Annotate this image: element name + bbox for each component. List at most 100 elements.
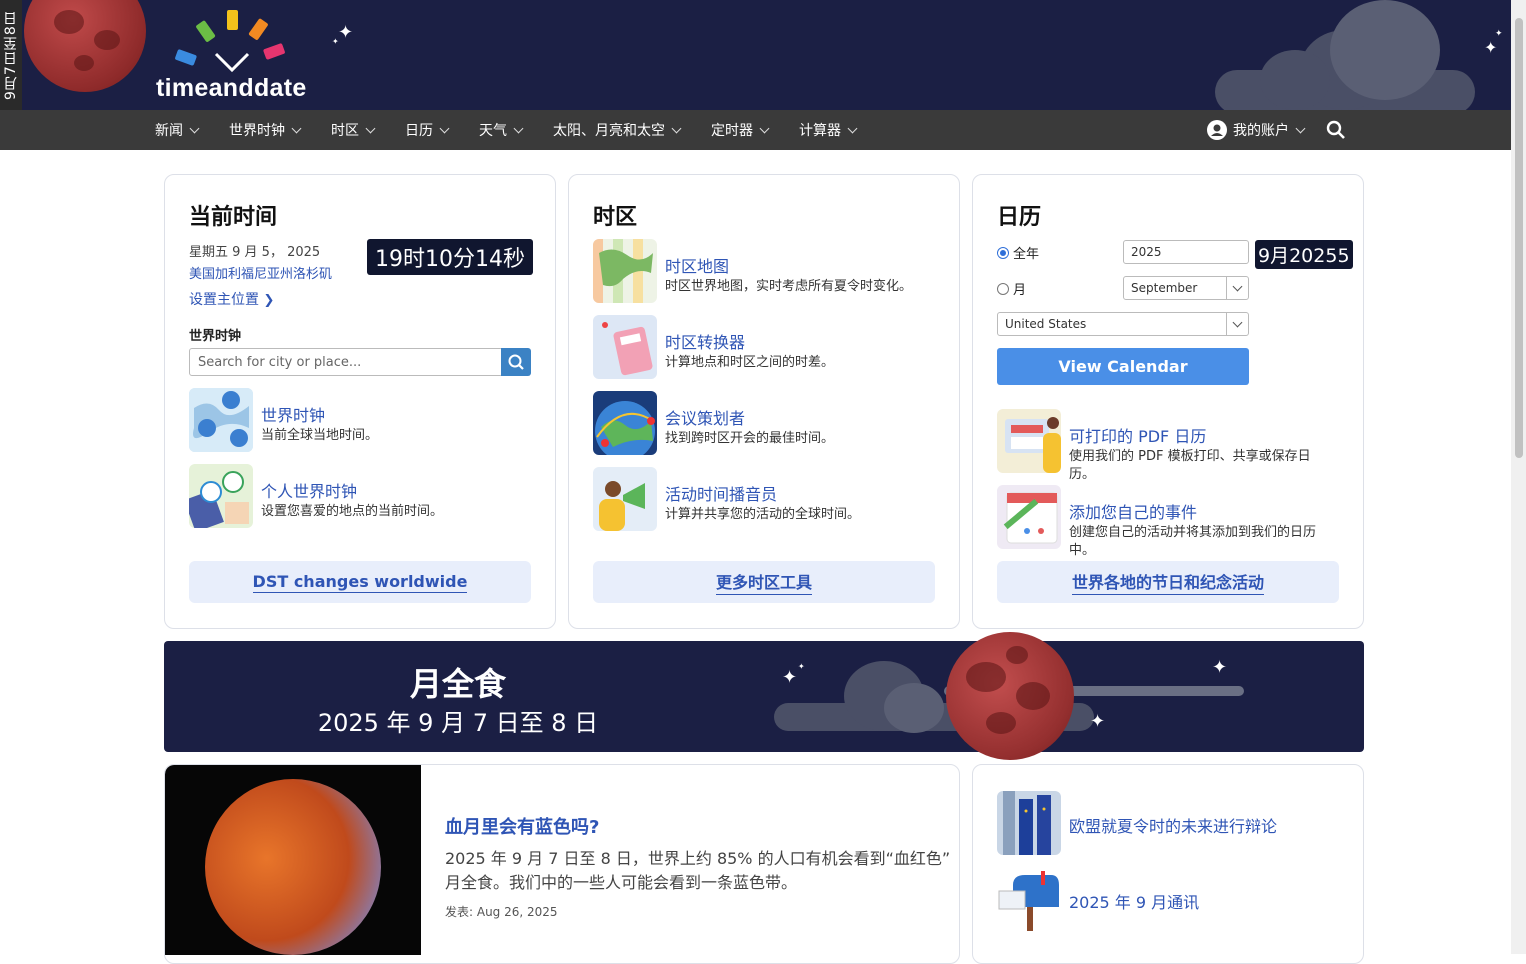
search-icon — [508, 354, 524, 370]
tool-time-zone-map[interactable]: 时区地图 时区世界地图，实时考虑所有夏令时变化。 — [593, 239, 943, 303]
chevron-right-icon: ❯ — [263, 293, 275, 308]
location-link[interactable]: 美国加利福尼亚州洛杉矶 — [189, 263, 332, 282]
radio-checked-icon — [997, 246, 1009, 259]
select-value: September — [1131, 281, 1198, 295]
nav-calendar[interactable]: 日历 — [405, 110, 450, 150]
time-zones-card: 时区 时区地图 时区世界地图，实时考虑所有夏令时变化。 时区转换器 计算地点和时… — [568, 174, 960, 629]
nav-label: 定时器 — [711, 123, 753, 139]
country-select[interactable]: United States — [997, 312, 1249, 336]
blood-moon-photo — [165, 765, 421, 955]
dst-changes-button[interactable]: DST changes worldwide — [189, 561, 531, 603]
more-time-zone-tools-button[interactable]: 更多时区工具 — [593, 561, 935, 603]
scrollbar[interactable] — [1511, 0, 1526, 954]
tool-desc: 计算地点和时区之间的时差。 — [665, 355, 835, 370]
city-search-button[interactable] — [501, 348, 531, 376]
set-location-link[interactable]: 设置主位置 ❯ — [189, 289, 274, 309]
article-title[interactable]: 血月里会有蓝色吗? — [445, 813, 599, 839]
tool-event-announcer[interactable]: 活动时间播音员 计算并共享您的活动的全球时间。 — [593, 467, 943, 531]
eclipse-side-label[interactable]: 9月7日至8日 — [0, 0, 22, 110]
nav-label: 日历 — [405, 123, 433, 139]
chevron-down-icon — [1295, 123, 1306, 133]
account-menu[interactable]: 我的账户 — [1207, 110, 1306, 150]
chevron-down-icon — [365, 123, 376, 133]
star-icon: ✦ — [338, 22, 354, 43]
year-input[interactable]: 2025 — [1123, 240, 1249, 264]
set-location-label: 设置主位置 — [189, 292, 259, 308]
button-label: DST changes worldwide — [252, 571, 468, 593]
nav-label: 时区 — [331, 123, 359, 139]
tool-desc: 计算并共享您的活动的全球时间。 — [665, 507, 861, 522]
chevron-down-icon — [671, 123, 682, 133]
eclipse-moon-image — [946, 632, 1074, 760]
calendar-card: 日历 全年 2025 9月20255 月 September United St… — [972, 174, 1364, 629]
card-title: 时区 — [593, 205, 638, 230]
tool-printable-pdf-calendar[interactable]: 可打印的 PDF 日历 使用我们的 PDF 模板打印、共享或保存日 历。 — [997, 409, 1347, 482]
tool-desc: 当前全球当地时间。 — [261, 428, 379, 443]
chevron-down-icon — [759, 123, 770, 133]
nav-sun-moon-space[interactable]: 太阳、月亮和太空 — [553, 110, 682, 150]
live-clock: 19时10分14秒 — [367, 239, 533, 275]
chevron-down-icon — [291, 123, 302, 133]
tool-title: 活动时间播音员 — [665, 485, 778, 504]
radio-full-year[interactable]: 全年 — [997, 243, 1039, 262]
world-clock-label: 世界时钟 — [189, 329, 242, 344]
calendar-overlay-label: 9月20255 — [1255, 240, 1353, 269]
month-select[interactable]: September — [1123, 276, 1249, 300]
news-item-newsletter[interactable]: 2025 年 9 月通讯 — [997, 867, 1337, 931]
chevron-down-icon — [189, 123, 200, 133]
moon-image — [24, 0, 146, 92]
tool-personal-world-clock[interactable]: 个人世界时钟 设置您喜爱的地点的当前时间。 — [189, 464, 529, 528]
nav-timers[interactable]: 定时器 — [711, 110, 770, 150]
radio-unchecked-icon — [997, 282, 1009, 295]
tool-world-clock[interactable]: 世界时钟 当前全球当地时间。 — [189, 388, 529, 452]
city-search-input[interactable]: Search for city or place... — [189, 348, 503, 376]
nav-label: 世界时钟 — [229, 123, 285, 139]
site-logo[interactable]: timeanddate — [156, 8, 316, 108]
tool-add-own-events[interactable]: 添加您自己的事件 创建您自己的活动并将其添加到我们的日历 中。 — [997, 485, 1347, 558]
search-button[interactable] — [1326, 110, 1346, 150]
nav-time-zones[interactable]: 时区 — [331, 110, 376, 150]
star-icon: ✦ — [1212, 657, 1228, 678]
card-title: 日历 — [997, 205, 1042, 230]
nav-world-clock[interactable]: 世界时钟 — [229, 110, 302, 150]
tool-desc: 创建您自己的活动并将其添加到我们的日历 — [1069, 525, 1317, 540]
tool-title: 可打印的 PDF 日历 — [1069, 427, 1207, 446]
pdf-calendar-thumbnail — [997, 409, 1061, 473]
banner-date: 2025 年 9 月 7 日至 8 日 — [317, 709, 599, 737]
star-icon: ✦ — [332, 37, 339, 46]
nav-weather[interactable]: 天气 — [479, 110, 524, 150]
chevron-down-icon — [1226, 313, 1248, 335]
eclipse-banner[interactable]: 月全食 2025 年 9 月 7 日至 8 日 ✦ ✦ ✦ ✦ — [164, 641, 1364, 752]
nav-calculators[interactable]: 计算器 — [799, 110, 858, 150]
scrollbar-thumb[interactable] — [1515, 18, 1523, 458]
article-summary-line: 月全食。我们中的一些人可能会看到一条蓝色带。 — [445, 873, 798, 892]
holidays-worldwide-button[interactable]: 世界各地的节日和纪念活动 — [997, 561, 1339, 603]
tool-title: 添加您自己的事件 — [1069, 503, 1198, 522]
radio-label: 月 — [1013, 283, 1027, 298]
world-clock-thumbnail — [189, 388, 253, 452]
article-card[interactable]: 血月里会有蓝色吗? 2025 年 9 月 7 日至 8 日，世界上约 85% 的… — [164, 764, 960, 964]
add-events-thumbnail — [997, 485, 1061, 549]
eu-flags-thumbnail — [997, 791, 1061, 855]
nav-news[interactable]: 新闻 — [155, 110, 200, 150]
logo-text: timeanddate — [156, 74, 307, 102]
tool-desc: 时区世界地图，实时考虑所有夏令时变化。 — [665, 279, 913, 294]
tool-desc: 中。 — [1069, 543, 1096, 558]
chevron-down-icon — [847, 123, 858, 133]
tool-meeting-planner[interactable]: 会议策划者 找到跨时区开会的最佳时间。 — [593, 391, 943, 455]
star-icon: ✦ — [1090, 711, 1106, 732]
select-value: United States — [1005, 317, 1087, 331]
news-item-eu-dst[interactable]: 欧盟就夏令时的未来进行辩论 — [997, 791, 1337, 855]
search-icon — [1326, 120, 1345, 139]
star-icon: ✦ — [1484, 38, 1498, 57]
tool-title: 时区地图 — [665, 257, 730, 276]
converter-thumbnail — [593, 315, 657, 379]
article-summary-line: 2025 年 9 月 7 日至 8 日，世界上约 85% 的人口有机会看到“血红… — [445, 849, 951, 868]
chevron-down-icon — [439, 123, 450, 133]
tool-time-zone-converter[interactable]: 时区转换器 计算地点和时区之间的时差。 — [593, 315, 943, 379]
news-title: 2025 年 9 月通讯 — [1069, 893, 1200, 912]
view-calendar-button[interactable]: View Calendar — [997, 348, 1249, 385]
radio-month[interactable]: 月 — [997, 279, 1026, 298]
current-date: 星期五 9 月 5， 2025 — [189, 245, 321, 260]
main-nav: 新闻 世界时钟 时区 日历 天气 太阳、月亮和太空 定时器 计算器 我的账户 — [0, 110, 1511, 150]
